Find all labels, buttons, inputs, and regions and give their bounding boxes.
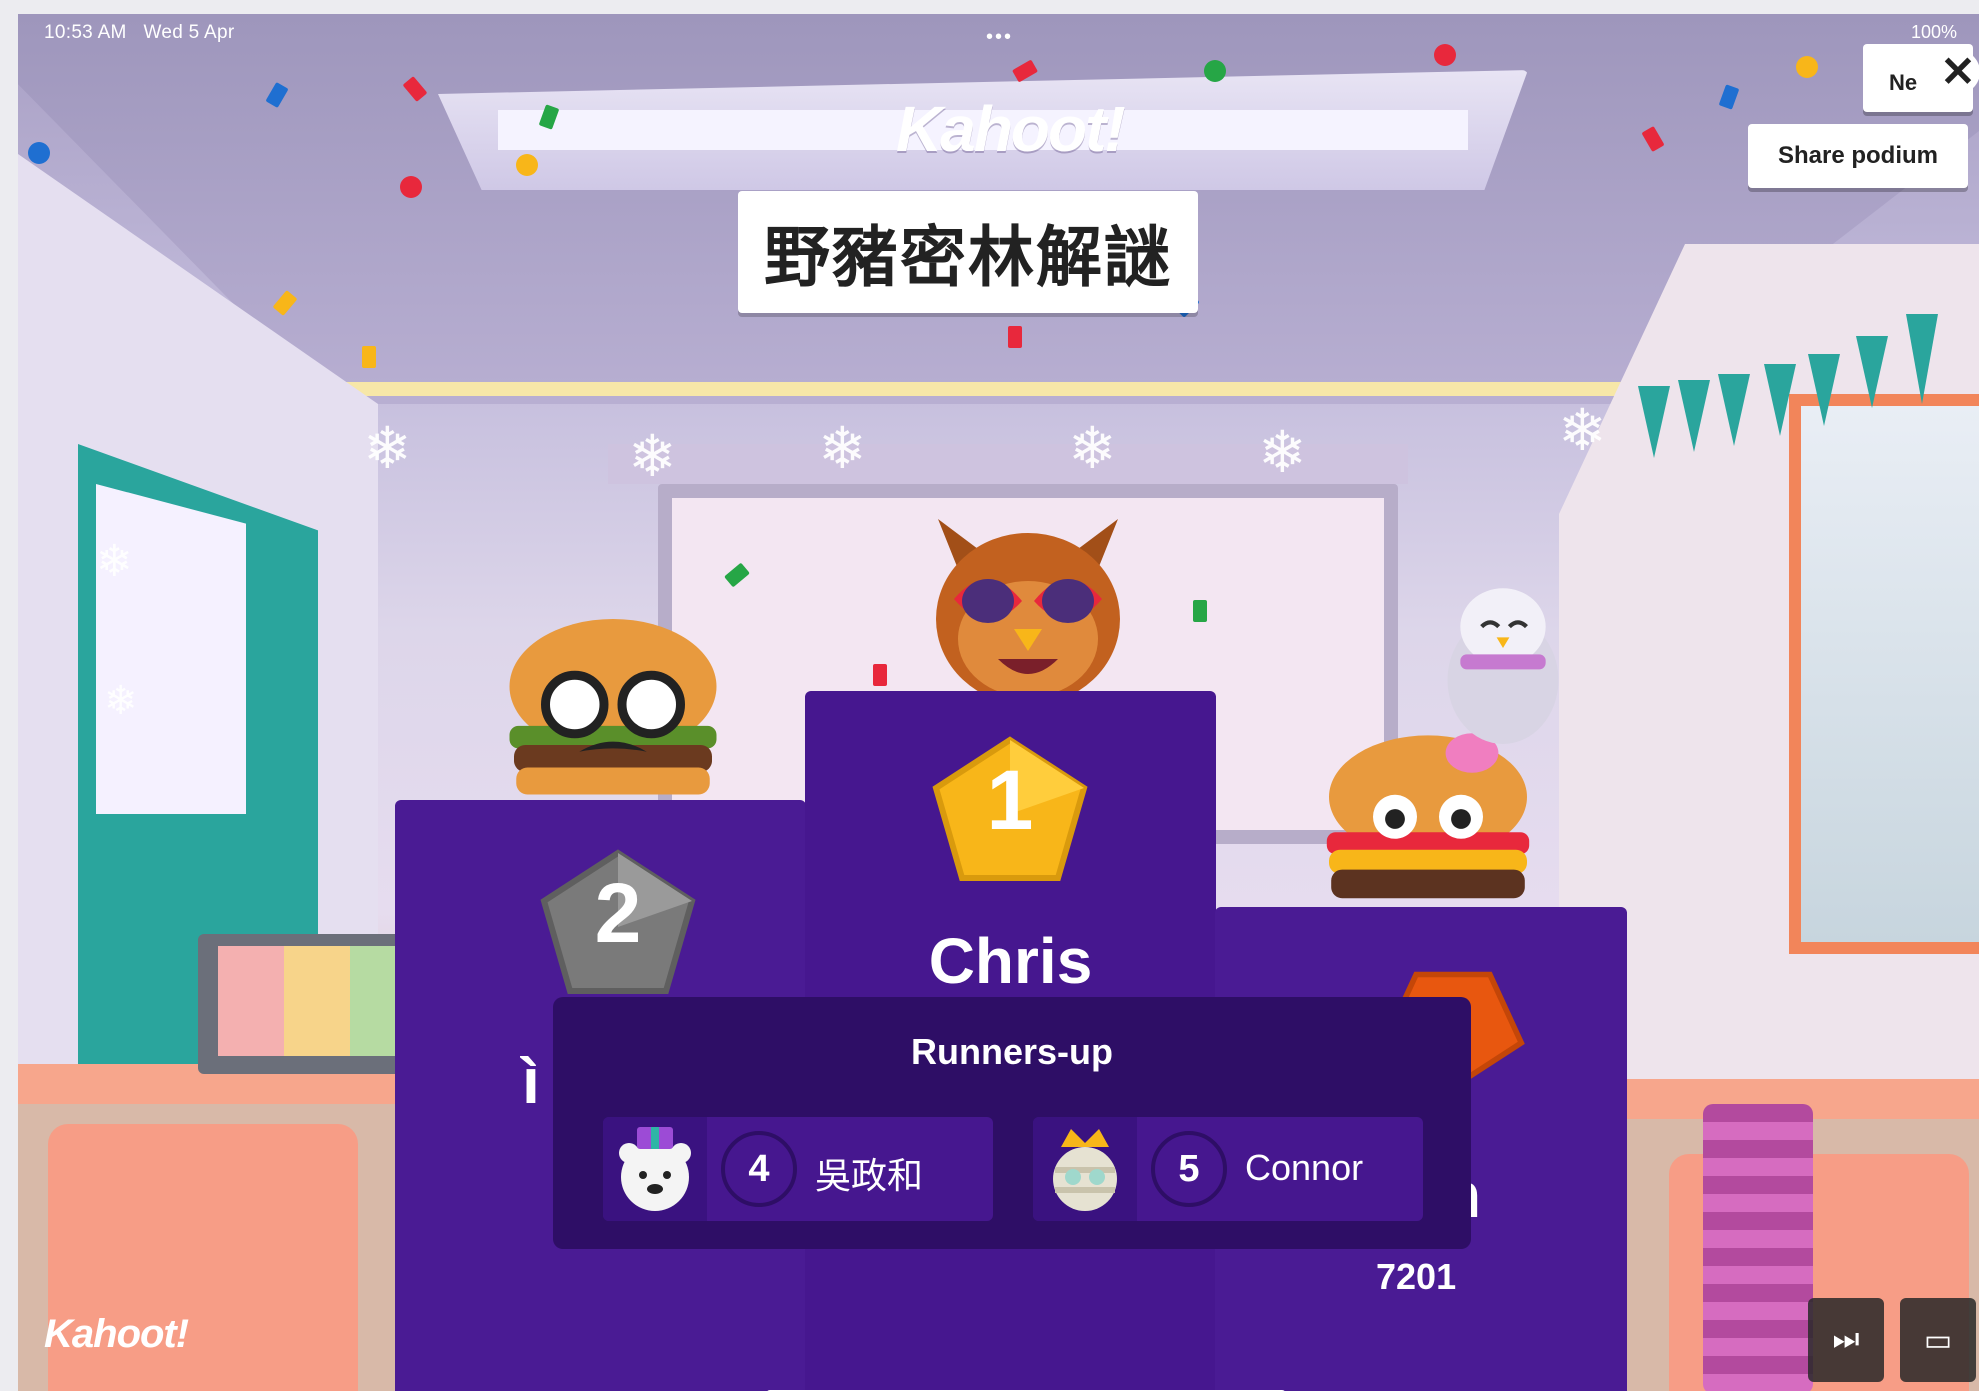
bunting-flag bbox=[1856, 336, 1888, 408]
close-icon[interactable]: ✕ bbox=[1936, 50, 1979, 94]
runner-rank-badge: 5 bbox=[1151, 1131, 1227, 1207]
second-rank-number: 2 bbox=[594, 866, 642, 960]
penguin-decoration bbox=[1447, 588, 1559, 744]
bunting-flag bbox=[1808, 354, 1840, 426]
first-place-name: Chris bbox=[928, 925, 1093, 997]
gold-medal-icon: 1 bbox=[930, 734, 1090, 884]
snowflake-icon: ❄ bbox=[363, 414, 412, 482]
kahoot-logo: Kahoot! bbox=[896, 93, 1126, 165]
skip-forward-button[interactable]: ⏭ bbox=[1808, 1298, 1884, 1382]
share-podium-button[interactable]: Share podium bbox=[1748, 124, 1968, 188]
polar-bear-avatar-icon bbox=[603, 1117, 707, 1221]
confetti bbox=[1193, 600, 1207, 622]
bunting-flag bbox=[1764, 364, 1796, 436]
burger-avatar-icecream bbox=[1326, 733, 1530, 899]
runner-name: Connor bbox=[1245, 1147, 1364, 1188]
battery-indicator: 100% bbox=[1910, 22, 1957, 42]
bunting-flag bbox=[1638, 386, 1670, 458]
runner-rank-badge: 4 bbox=[721, 1131, 797, 1207]
snowflake-icon: ❄ bbox=[818, 414, 867, 482]
ceiling-trim bbox=[338, 382, 1658, 396]
confetti-dot bbox=[28, 142, 50, 164]
bunting-flag bbox=[1678, 380, 1710, 452]
airplay-button[interactable]: ▭ bbox=[1900, 1298, 1976, 1382]
kahoot-logo-bottom: Kahoot! bbox=[44, 1312, 189, 1356]
quiz-title: 野豬密林解謎 bbox=[738, 191, 1198, 313]
burger-avatar-glasses bbox=[509, 619, 717, 795]
snowflake-icon: ❄ bbox=[104, 678, 138, 724]
confetti bbox=[1008, 326, 1022, 348]
multitask-menu-dots[interactable]: ••• bbox=[986, 26, 1013, 49]
door-window bbox=[96, 484, 246, 814]
snowflake-icon: ❄ bbox=[1558, 396, 1607, 464]
confetti bbox=[873, 664, 887, 686]
game-screen: ❄ ❄ ❄ ❄ ❄ ❄ ❄ ❄ 10:53 AM Wed 5 Apr ••• 1… bbox=[18, 14, 1979, 1391]
snowflake-icon: ❄ bbox=[1068, 414, 1117, 482]
scarf bbox=[1703, 1104, 1813, 1391]
snowflake-icon: ❄ bbox=[96, 536, 133, 587]
airplay-icon: ▭ bbox=[1923, 1323, 1953, 1357]
runner-up-item: 4 吳政和 bbox=[603, 1117, 993, 1221]
snowflake-icon: ❄ bbox=[628, 422, 677, 490]
bunting-flag bbox=[1718, 374, 1750, 446]
status-time: 10:53 AM Wed 5 Apr bbox=[44, 22, 235, 43]
confetti-dot bbox=[516, 154, 538, 176]
first-rank-number: 1 bbox=[986, 753, 1034, 847]
second-place-name: ì bbox=[522, 1045, 540, 1117]
confetti-dot bbox=[1796, 56, 1818, 78]
confetti-dot bbox=[1204, 60, 1226, 82]
runners-up-title: Runners-up bbox=[911, 1031, 1113, 1072]
runner-up-item: 5 Connor bbox=[1033, 1117, 1423, 1221]
laptop-screen bbox=[218, 946, 418, 1056]
snowflake-icon: ❄ bbox=[1258, 418, 1307, 486]
confetti-dot bbox=[1434, 44, 1456, 66]
bunting-flag bbox=[1906, 314, 1938, 404]
silver-medal-icon: 2 bbox=[535, 847, 701, 997]
runner-name: 吳政和 bbox=[815, 1155, 924, 1196]
skip-forward-icon: ⏭ bbox=[1832, 1323, 1860, 1356]
mummy-avatar-icon bbox=[1033, 1117, 1137, 1221]
owl-avatar bbox=[936, 519, 1120, 699]
runners-up-panel: Runners-up 4 吳政和 5 Connor bbox=[553, 997, 1471, 1249]
confetti-dot bbox=[400, 176, 422, 198]
classroom-window bbox=[1789, 394, 1979, 954]
third-place-score: 7201 bbox=[1376, 1256, 1457, 1297]
confetti bbox=[362, 346, 376, 368]
